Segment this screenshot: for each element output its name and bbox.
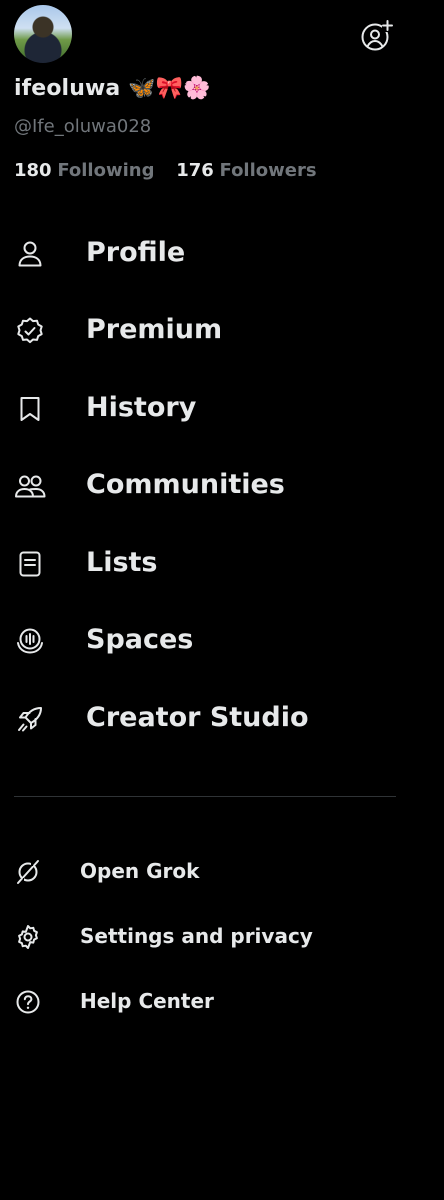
menu-item-profile[interactable]: Profile xyxy=(0,224,420,284)
menu-item-label: History xyxy=(86,392,197,423)
question-circle-icon xyxy=(14,988,42,1016)
followers-label: Followers xyxy=(219,160,317,181)
following-link[interactable]: 180 Following xyxy=(14,160,154,181)
menu-item-label: Communities xyxy=(86,469,285,500)
menu-item-help-center[interactable]: Help Center xyxy=(0,978,420,1026)
followers-count: 176 xyxy=(176,160,214,181)
menu-item-premium[interactable]: Premium xyxy=(0,301,420,361)
user-handle: @Ife_oluwa028 xyxy=(14,116,152,137)
menu-item-label: Lists xyxy=(86,547,158,578)
microphone-icon xyxy=(14,625,46,657)
follow-stats: 180 Following 176 Followers xyxy=(14,160,333,181)
menu-item-label: Premium xyxy=(86,314,223,345)
menu-item-lists[interactable]: Lists xyxy=(0,534,420,594)
add-account-icon xyxy=(361,20,394,51)
menu-item-label: Profile xyxy=(86,237,186,268)
display-name: ifeoluwa 🦋🎀🌸 xyxy=(14,76,211,101)
grok-icon xyxy=(14,858,42,886)
menu-item-label: Spaces xyxy=(86,624,194,655)
menu-item-open-grok[interactable]: Open Grok xyxy=(0,848,420,896)
following-label: Following xyxy=(57,160,155,181)
menu-item-label: Help Center xyxy=(80,989,214,1013)
followers-link[interactable]: 176 Followers xyxy=(176,160,316,181)
menu-item-label: Settings and privacy xyxy=(80,924,313,948)
menu-item-label: Creator Studio xyxy=(86,702,309,733)
verified-badge-icon xyxy=(14,315,46,347)
menu-item-communities[interactable]: Communities xyxy=(0,456,420,516)
gear-icon xyxy=(14,923,42,951)
menu-item-settings-privacy[interactable]: Settings and privacy xyxy=(0,913,420,961)
rocket-icon xyxy=(14,703,46,735)
person-icon xyxy=(14,238,46,270)
avatar[interactable] xyxy=(14,5,72,63)
menu-item-creator-studio[interactable]: Creator Studio xyxy=(0,689,420,749)
bookmark-icon xyxy=(14,393,46,425)
menu-item-spaces[interactable]: Spaces xyxy=(0,611,420,671)
list-icon xyxy=(14,548,46,580)
add-account-button[interactable] xyxy=(358,18,394,54)
people-icon xyxy=(14,470,46,502)
menu-divider xyxy=(14,796,396,797)
menu-item-history[interactable]: History xyxy=(0,379,420,439)
following-count: 180 xyxy=(14,160,52,181)
menu-item-label: Open Grok xyxy=(80,859,200,883)
